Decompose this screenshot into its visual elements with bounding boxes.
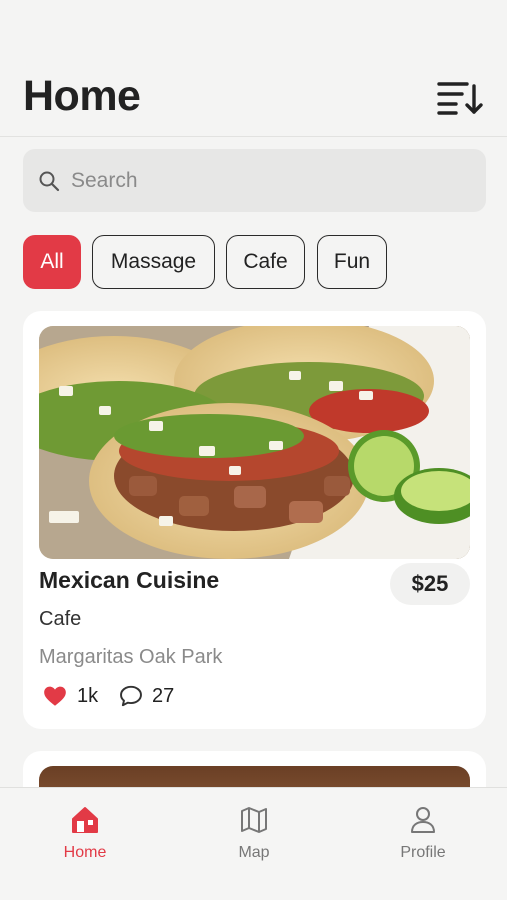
filter-chip-cafe[interactable]: Cafe — [226, 235, 305, 289]
tab-profile[interactable]: Profile — [363, 788, 483, 878]
listing-title: Mexican Cuisine — [39, 567, 220, 593]
tab-map[interactable]: Map — [194, 788, 314, 878]
likes-count: 1k — [77, 685, 99, 707]
heart-icon[interactable] — [42, 683, 68, 709]
bottom-tab-bar: Home Map Profile — [0, 787, 507, 900]
tab-label-profile: Profile — [400, 844, 446, 861]
map-icon — [241, 807, 267, 833]
sort-button[interactable] — [434, 78, 484, 118]
home-icon — [72, 807, 98, 833]
filter-chip-all[interactable]: All — [23, 235, 81, 289]
tacos-photo — [39, 326, 470, 559]
search-icon — [39, 171, 60, 192]
filter-chip-massage[interactable]: Massage — [92, 235, 215, 289]
home-screen: Home All Massage Cafe Fun — [0, 0, 507, 900]
comment-icon[interactable] — [118, 683, 144, 709]
listing-card[interactable]: Mexican Cuisine $25 Cafe Margaritas Oak … — [23, 311, 486, 729]
filter-chip-fun[interactable]: Fun — [317, 235, 387, 289]
profile-icon — [411, 807, 435, 833]
tab-home[interactable]: Home — [25, 788, 145, 878]
tab-label-map: Map — [238, 844, 270, 861]
price-badge: $25 — [390, 563, 470, 605]
search-bar[interactable] — [23, 149, 486, 212]
listing-location: Margaritas Oak Park — [39, 646, 223, 668]
sort-descending-icon — [437, 82, 483, 115]
search-input[interactable] — [71, 149, 471, 212]
header: Home — [0, 0, 507, 137]
page-title: Home — [23, 72, 141, 120]
comments-count: 27 — [152, 685, 175, 707]
listing-category: Cafe — [39, 608, 82, 630]
tab-label-home: Home — [63, 844, 107, 861]
